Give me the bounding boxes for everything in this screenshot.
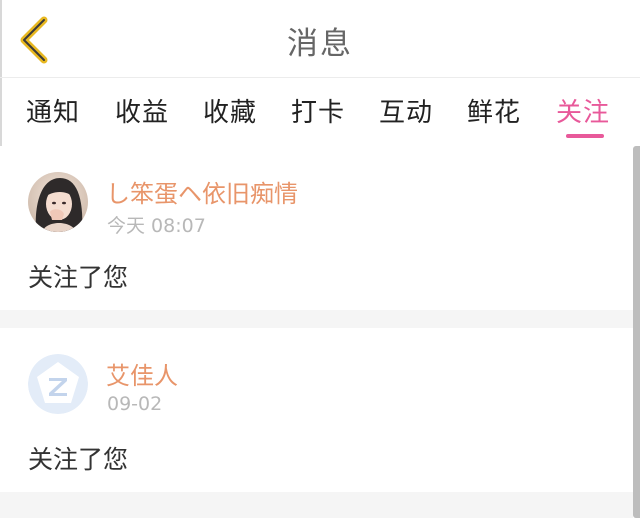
avatar[interactable] (28, 172, 88, 232)
tab-follow[interactable]: 关注 (556, 92, 610, 129)
scrollbar[interactable] (633, 146, 640, 518)
message-text: 关注了您 (28, 445, 129, 474)
default-qq-avatar-icon (28, 354, 88, 414)
app-screen: 消息 通知 收益 收藏 打卡 互动 鲜花 关注 し笨蛋ヘ依旧痴情 今天 08:0… (0, 0, 640, 518)
username[interactable]: 艾佳人 (106, 356, 178, 391)
user-photo-icon (28, 172, 88, 232)
message-text: 关注了您 (28, 263, 129, 292)
timestamp: 09-02 (107, 393, 163, 415)
list-item[interactable]: 艾佳人 09-02 关注了您 (0, 328, 633, 492)
notification-list: し笨蛋ヘ依旧痴情 今天 08:07 关注了您 艾佳人 09-02 关注了您 (0, 146, 633, 518)
tab-earnings[interactable]: 收益 (115, 92, 169, 129)
page-title: 消息 (287, 26, 353, 62)
tab-checkin[interactable]: 打卡 (291, 92, 345, 129)
header-bar: 消息 (0, 0, 640, 78)
timestamp: 今天 08:07 (107, 215, 206, 237)
avatar[interactable] (28, 354, 88, 414)
divider (0, 310, 633, 328)
tab-notice[interactable]: 通知 (26, 92, 80, 129)
tab-bar: 通知 收益 收藏 打卡 互动 鲜花 关注 (0, 78, 640, 142)
username[interactable]: し笨蛋ヘ依旧痴情 (106, 174, 298, 209)
tab-favorites[interactable]: 收藏 (203, 92, 257, 129)
active-tab-indicator (566, 134, 604, 138)
list-item[interactable]: し笨蛋ヘ依旧痴情 今天 08:07 关注了您 (0, 146, 633, 310)
tab-interaction[interactable]: 互动 (379, 92, 433, 129)
divider (0, 492, 633, 518)
tab-flowers[interactable]: 鲜花 (467, 92, 521, 129)
